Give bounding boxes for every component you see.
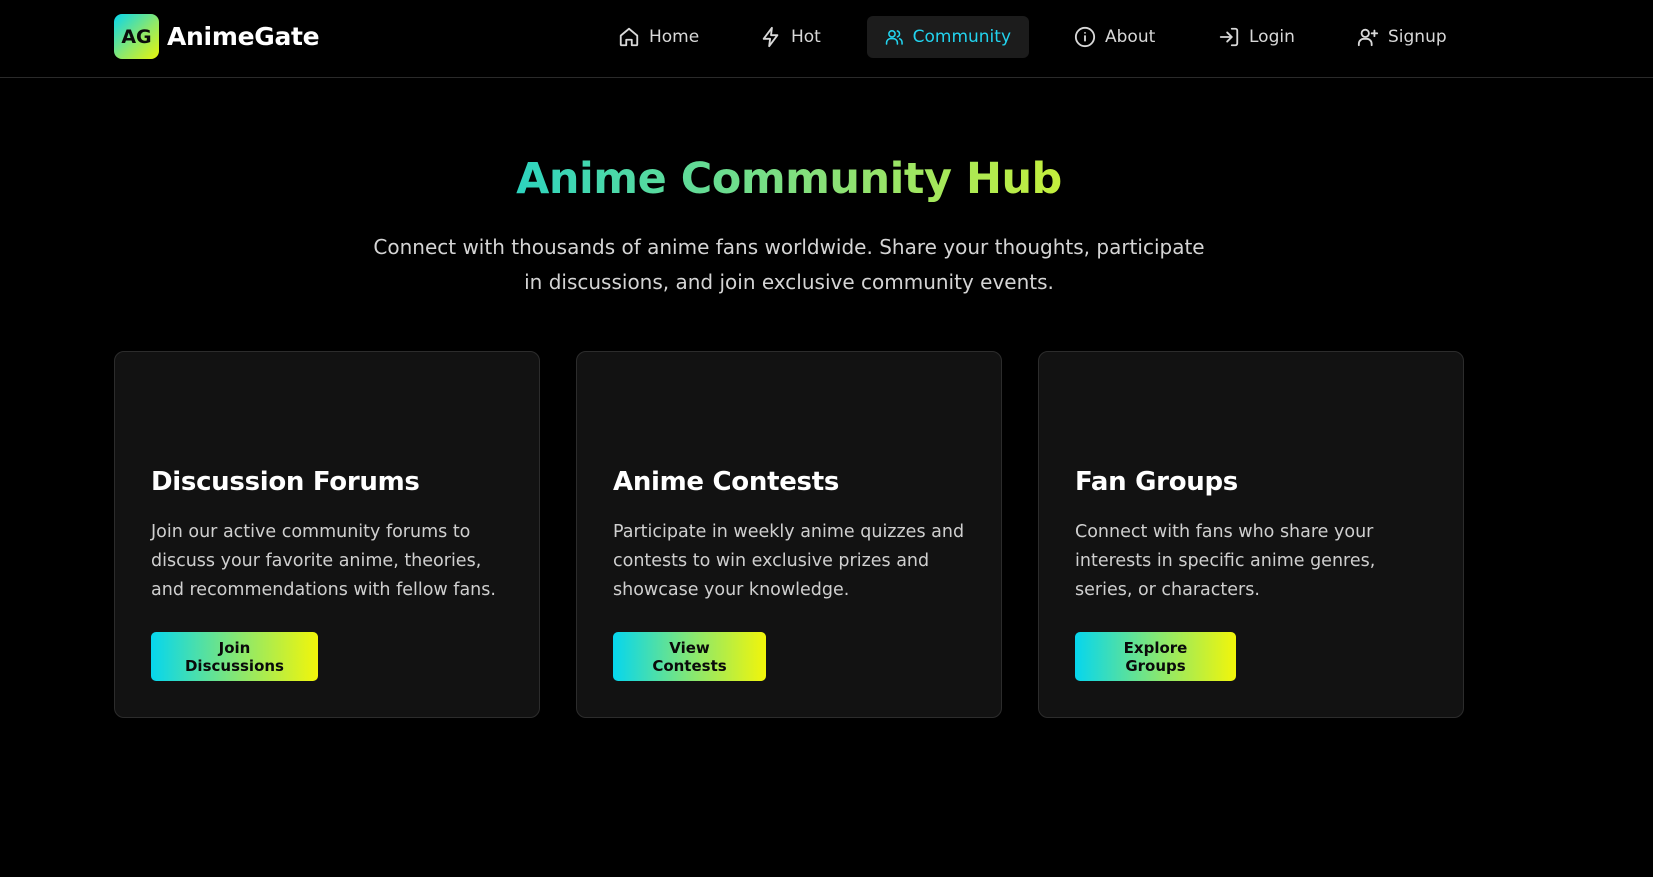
users-icon <box>885 30 903 45</box>
brand-logo: AG <box>114 14 159 59</box>
nav-item-about[interactable]: About <box>1056 16 1173 58</box>
card-description: Join our active community forums to disc… <box>151 522 496 600</box>
nav-item-label: Login <box>1249 27 1295 47</box>
join-discussions-button[interactable]: Join Discussions <box>151 632 318 681</box>
user-plus-icon <box>1357 28 1379 47</box>
nav-item-label: Signup <box>1388 27 1447 47</box>
view-contests-button[interactable]: View Contests <box>613 632 766 681</box>
nav-item-label: Community <box>912 27 1011 47</box>
nav-item-signup[interactable]: Signup <box>1339 16 1465 58</box>
card-title: Discussion Forums <box>151 467 420 497</box>
info-icon <box>1074 26 1096 48</box>
top-navbar: AG AnimeGate Home Hot Community About Lo… <box>0 0 1653 78</box>
card-anime-contests: Anime Contests Participate in weekly ani… <box>576 351 1002 718</box>
page-title-text: Anime Community Hub <box>516 154 1062 204</box>
explore-groups-button[interactable]: Explore Groups <box>1075 632 1236 681</box>
card-title: Anime Contests <box>613 467 840 497</box>
login-icon <box>1219 27 1239 47</box>
nav-item-hot[interactable]: Hot <box>742 16 839 58</box>
nav-item-home[interactable]: Home <box>600 16 717 58</box>
lightning-icon <box>762 26 779 48</box>
nav-item-label: About <box>1105 27 1156 47</box>
nav-item-label: Home <box>649 27 700 47</box>
brand[interactable]: AG AnimeGate <box>114 14 320 59</box>
page-subtitle: Connect with thousands of anime fans wor… <box>373 235 1205 294</box>
card-description: Participate in weekly anime quizzes and … <box>613 522 965 600</box>
card-fan-groups: Fan Groups Connect with fans who share y… <box>1038 351 1464 718</box>
nav-item-label: Hot <box>791 27 821 47</box>
nav-item-login[interactable]: Login <box>1200 16 1313 58</box>
page-title: Anime Community Hub <box>0 154 1578 204</box>
nav-item-community[interactable]: Community <box>867 16 1029 58</box>
brand-name: AnimeGate <box>167 22 320 51</box>
card-description: Connect with fans who share your interes… <box>1075 522 1376 600</box>
card-title: Fan Groups <box>1075 467 1238 497</box>
card-discussion-forums: Discussion Forums Join our active commun… <box>114 351 540 718</box>
home-icon <box>619 27 639 47</box>
